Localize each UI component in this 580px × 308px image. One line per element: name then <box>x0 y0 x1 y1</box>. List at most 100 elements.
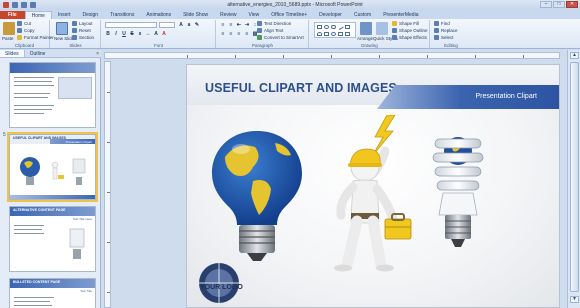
rectangle-shape-icon[interactable] <box>317 25 322 29</box>
tab-slides[interactable]: Slides <box>0 50 25 57</box>
vertical-scrollbar[interactable]: ▲ ▼ <box>567 50 580 308</box>
cfl-bulb-clipart[interactable] <box>423 131 493 257</box>
ribbon-tabs: File Home Insert Design Transitions Anim… <box>0 10 580 19</box>
shape-fill-label: Shape Fill <box>399 21 420 26</box>
copy-icon <box>17 28 22 33</box>
slide-thumbnail-4[interactable] <box>9 62 96 128</box>
tab-review[interactable]: Review <box>214 11 242 19</box>
tab-view[interactable]: View <box>243 11 266 19</box>
shape-fill-button[interactable]: Shape Fill <box>392 21 419 26</box>
thumb-cfl-clipart <box>69 228 85 259</box>
globe-bulb-clipart[interactable] <box>207 127 307 265</box>
select-button[interactable]: Select <box>434 35 454 40</box>
cut-button[interactable]: Cut <box>17 21 31 26</box>
align-left-icon[interactable]: ≡ <box>220 31 226 37</box>
shrink-font-icon[interactable]: a <box>186 22 192 28</box>
circle-shape-icon[interactable] <box>331 32 336 36</box>
format-painter-button[interactable]: Format Painter <box>17 35 54 40</box>
slide-thumbnail-6[interactable]: ALTERNATIVE CONTENT PAGE Sub Title Here <box>9 206 96 272</box>
tab-developer[interactable]: Developer <box>313 11 348 19</box>
replace-button[interactable]: Replace <box>434 28 458 33</box>
line-shape-icon[interactable] <box>337 24 344 30</box>
thumb-subtitle: Presentation Clipart <box>65 139 92 144</box>
star-shape-icon[interactable] <box>345 32 350 36</box>
numbering-icon[interactable]: ≡ <box>228 22 234 28</box>
font-color-icon[interactable]: A <box>161 31 167 37</box>
undo-icon[interactable] <box>21 2 27 8</box>
copy-button[interactable]: Copy <box>17 28 35 33</box>
paste-button[interactable]: Paste <box>2 36 14 41</box>
arc-shape-icon[interactable] <box>317 32 322 36</box>
tab-office-timeline[interactable]: Office Timeline+ <box>265 11 313 19</box>
underline-icon[interactable]: U <box>121 31 127 37</box>
shape-effects-button[interactable]: Shape Effects <box>392 35 427 40</box>
italic-icon[interactable]: I <box>113 31 119 37</box>
strikethrough-icon[interactable]: S <box>129 31 135 37</box>
change-case-icon[interactable]: A <box>153 31 159 37</box>
shape-outline-button[interactable]: Shape Outline <box>392 28 428 33</box>
scroll-down-icon[interactable]: ▼ <box>570 296 579 303</box>
justify-icon[interactable]: ≡ <box>244 31 250 37</box>
scroll-thumb[interactable] <box>570 62 579 292</box>
align-text-button[interactable]: Align Text <box>257 28 283 33</box>
shapes-gallery[interactable] <box>314 22 356 38</box>
increase-indent-icon[interactable]: ⇥ <box>244 22 250 28</box>
cfl-neck <box>438 192 478 216</box>
worker-figure-clipart[interactable] <box>317 115 427 275</box>
slide-thumbnail-7[interactable]: BULLETED CONTENT PAGE Sub Title <box>9 278 96 308</box>
font-name-combo[interactable] <box>105 22 157 28</box>
arrange-button[interactable]: Arrange <box>357 36 373 41</box>
tab-custom[interactable]: Custom <box>348 11 377 19</box>
char-spacing-icon[interactable]: ↔ <box>145 31 151 37</box>
slide-canvas[interactable]: USEFUL CLIPART AND IMAGES Presentation C… <box>186 64 560 308</box>
new-slide-icon[interactable] <box>56 22 68 35</box>
find-button[interactable]: Find <box>434 21 450 26</box>
tab-presentermedia[interactable]: PresenterMedia <box>377 11 424 19</box>
powerpoint-app-icon[interactable] <box>3 2 9 8</box>
logo-icon[interactable] <box>197 261 241 305</box>
section-button[interactable]: Section <box>72 35 94 40</box>
tab-file[interactable]: File <box>0 11 25 19</box>
rounded-rectangle-shape-icon[interactable] <box>331 25 336 29</box>
text-direction-button[interactable]: Text Direction <box>257 21 291 26</box>
layout-button[interactable]: Layout <box>72 21 93 26</box>
tab-home[interactable]: Home <box>24 11 52 19</box>
tab-transitions[interactable]: Transitions <box>104 11 140 19</box>
close-pane-icon[interactable]: × <box>96 50 99 58</box>
slide-subtitle[interactable]: Presentation Clipart <box>476 93 537 100</box>
slide-title[interactable]: USEFUL CLIPART AND IMAGES <box>205 81 397 95</box>
save-icon[interactable] <box>12 2 18 8</box>
arrange-icon[interactable] <box>360 22 372 35</box>
align-center-icon[interactable]: ≡ <box>228 31 234 37</box>
oval-shape-icon[interactable] <box>324 25 329 29</box>
close-button[interactable]: ✕ <box>566 1 578 8</box>
tab-animations[interactable]: Animations <box>140 11 177 19</box>
arrow-shape-icon[interactable] <box>324 32 329 36</box>
scroll-up-icon[interactable]: ▲ <box>570 52 579 59</box>
slide-thumbnail-5[interactable]: USEFUL CLIPART AND IMAGES Presentation C… <box>7 132 98 202</box>
redo-icon[interactable] <box>30 2 36 8</box>
tab-insert[interactable]: Insert <box>52 11 77 19</box>
paste-icon[interactable] <box>3 22 15 35</box>
thumb-figure <box>51 161 59 169</box>
shadow-icon[interactable]: s <box>137 31 143 37</box>
bullets-icon[interactable]: ≡ <box>220 22 226 28</box>
tab-outline[interactable]: Outline <box>25 50 51 57</box>
decrease-indent-icon[interactable]: ⇤ <box>236 22 242 28</box>
align-right-icon[interactable]: ≡ <box>236 31 242 37</box>
tab-design[interactable]: Design <box>76 11 104 19</box>
textbox-shape-icon[interactable] <box>345 25 350 29</box>
grow-font-icon[interactable]: A <box>178 22 184 28</box>
align-text-icon <box>257 28 262 33</box>
quick-styles-icon[interactable] <box>376 22 388 35</box>
callout-shape-icon[interactable] <box>338 32 343 36</box>
font-size-combo[interactable] <box>159 22 175 28</box>
minimize-button[interactable]: – <box>540 1 552 8</box>
left-leg <box>341 215 363 271</box>
maximize-button[interactable]: □ <box>553 1 565 8</box>
clear-formatting-icon[interactable]: ✎ <box>194 22 200 28</box>
reset-button[interactable]: Reset <box>72 28 91 33</box>
tab-slide-show[interactable]: Slide Show <box>177 11 214 19</box>
bold-icon[interactable]: B <box>105 31 111 37</box>
convert-smartart-button[interactable]: Convert to SmartArt <box>257 35 304 40</box>
